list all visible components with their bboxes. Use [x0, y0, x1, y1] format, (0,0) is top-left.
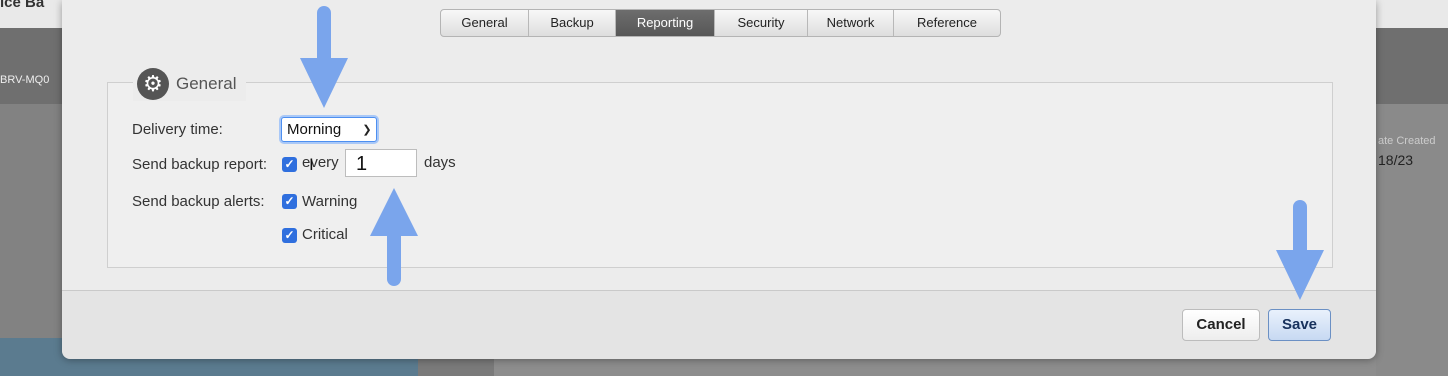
- tab-reference[interactable]: Reference: [894, 10, 1000, 36]
- tab-general[interactable]: General: [441, 10, 529, 36]
- annotation-arrow-up-icon: [370, 188, 418, 286]
- settings-dialog: General Backup Reporting Security Networ…: [62, 0, 1376, 359]
- critical-label: Critical: [302, 226, 348, 243]
- send-alerts-label: Send backup alerts:: [132, 193, 265, 210]
- gear-icon: ⚙: [137, 68, 169, 100]
- send-report-label: Send backup report:: [132, 156, 268, 173]
- cancel-button[interactable]: Cancel: [1182, 309, 1260, 341]
- tab-bar: General Backup Reporting Security Networ…: [440, 9, 1001, 37]
- annotation-arrow-down-icon: [300, 6, 348, 108]
- delivery-time-label: Delivery time:: [132, 121, 223, 138]
- delivery-time-select[interactable]: Morning ❯: [281, 117, 377, 142]
- background-app-title: ice Ba: [0, 0, 45, 11]
- section-legend: ⚙ General: [133, 67, 247, 101]
- tab-network[interactable]: Network: [808, 10, 894, 36]
- critical-checkbox[interactable]: ✓: [282, 228, 297, 243]
- background-device-name: BRV-MQ0: [0, 74, 50, 86]
- tab-backup[interactable]: Backup: [529, 10, 616, 36]
- days-label: days: [424, 154, 456, 171]
- dialog-footer: [62, 290, 1376, 359]
- warning-label: Warning: [302, 193, 358, 210]
- background-date-created-header: ate Created: [1378, 135, 1436, 147]
- text-cursor-icon: Ⅰ: [309, 157, 314, 174]
- annotation-arrow-down-icon: [1276, 200, 1324, 300]
- every-label: every: [302, 154, 339, 171]
- warning-checkbox[interactable]: ✓: [282, 194, 297, 209]
- tab-security[interactable]: Security: [715, 10, 808, 36]
- background-left-panel: [0, 104, 62, 376]
- background-date-created-value: 18/23: [1378, 152, 1414, 168]
- delivery-time-value: Morning: [287, 121, 342, 138]
- tab-reporting[interactable]: Reporting: [616, 10, 715, 36]
- chevron-down-icon: ❯: [362, 124, 372, 136]
- save-button[interactable]: Save: [1268, 309, 1331, 341]
- send-report-checkbox[interactable]: ✓: [282, 157, 297, 172]
- section-title: General: [176, 74, 237, 93]
- report-interval-input[interactable]: 1: [345, 149, 417, 177]
